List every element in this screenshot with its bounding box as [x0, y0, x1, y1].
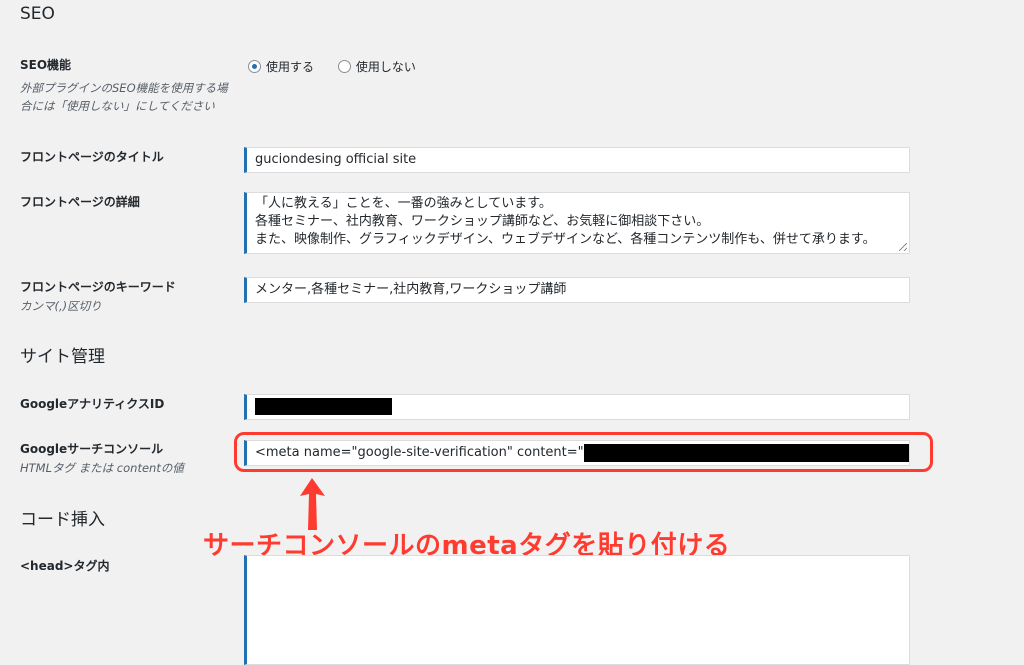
redacted-block — [255, 398, 392, 415]
gsc-label: Googleサーチコンソール HTMLタグ または contentの値 — [20, 440, 230, 477]
seo-function-desc: 外部プラグインのSEO機能を使用する場合には「使用しない」にしてください — [20, 81, 228, 113]
gsc-label-text: Googleサーチコンソール — [20, 442, 164, 456]
keywords-input[interactable]: メンター,各種セミナー,社内教育,ワークショップ講師 — [244, 277, 910, 303]
seo-function-radio-group: 使用する 使用しない — [248, 58, 436, 76]
annotation-highlight-box — [234, 432, 933, 472]
front-detail-line: 「人に教える」ことを、一番の強みとしています。 — [255, 196, 552, 211]
front-title-input[interactable]: guciondesing official site — [244, 147, 910, 173]
keywords-desc: カンマ(,)区切り — [20, 299, 102, 313]
radio-use-label: 使用する — [266, 60, 315, 74]
radio-not-use[interactable]: 使用しない — [337, 58, 416, 75]
section-title-code: コード挿入 — [20, 510, 105, 530]
head-tag-textarea[interactable] — [244, 555, 910, 665]
front-detail-label: フロントページの詳細 — [20, 195, 140, 209]
ga-label: GoogleアナリティクスID — [20, 397, 165, 411]
radio-unchecked-icon[interactable] — [337, 60, 351, 73]
keywords-label-text: フロントページのキーワード — [20, 280, 176, 294]
section-title-site: サイト管理 — [20, 347, 105, 367]
head-tag-label: <head>タグ内 — [20, 559, 110, 573]
radio-checked-icon[interactable] — [248, 60, 261, 73]
resize-handle-icon[interactable] — [899, 243, 907, 251]
gsc-desc: HTMLタグ または contentの値 — [20, 461, 184, 475]
front-detail-line: 各種セミナー、社内教育、ワークショップ講師など、お気軽に御相談下さい。 — [255, 214, 710, 229]
seo-function-label-text: SEO機能 — [20, 58, 72, 72]
radio-use[interactable]: 使用する — [248, 58, 314, 75]
ga-input[interactable] — [244, 394, 910, 420]
keywords-label: フロントページのキーワード カンマ(,)区切り — [20, 278, 230, 315]
seo-function-label: SEO機能 外部プラグインのSEO機能を使用する場合には「使用しない」にしてくだ… — [20, 56, 230, 115]
front-detail-line: また、映像制作、グラフィックデザイン、ウェブデザインなど、各種コンテンツ制作も、… — [255, 232, 876, 247]
front-title-label: フロントページのタイトル — [20, 150, 164, 164]
radio-not-use-label: 使用しない — [355, 60, 416, 74]
front-detail-textarea[interactable]: 「人に教える」ことを、一番の強みとしています。 各種セミナー、社内教育、ワークシ… — [244, 192, 910, 254]
section-title-seo: SEO — [20, 4, 55, 24]
